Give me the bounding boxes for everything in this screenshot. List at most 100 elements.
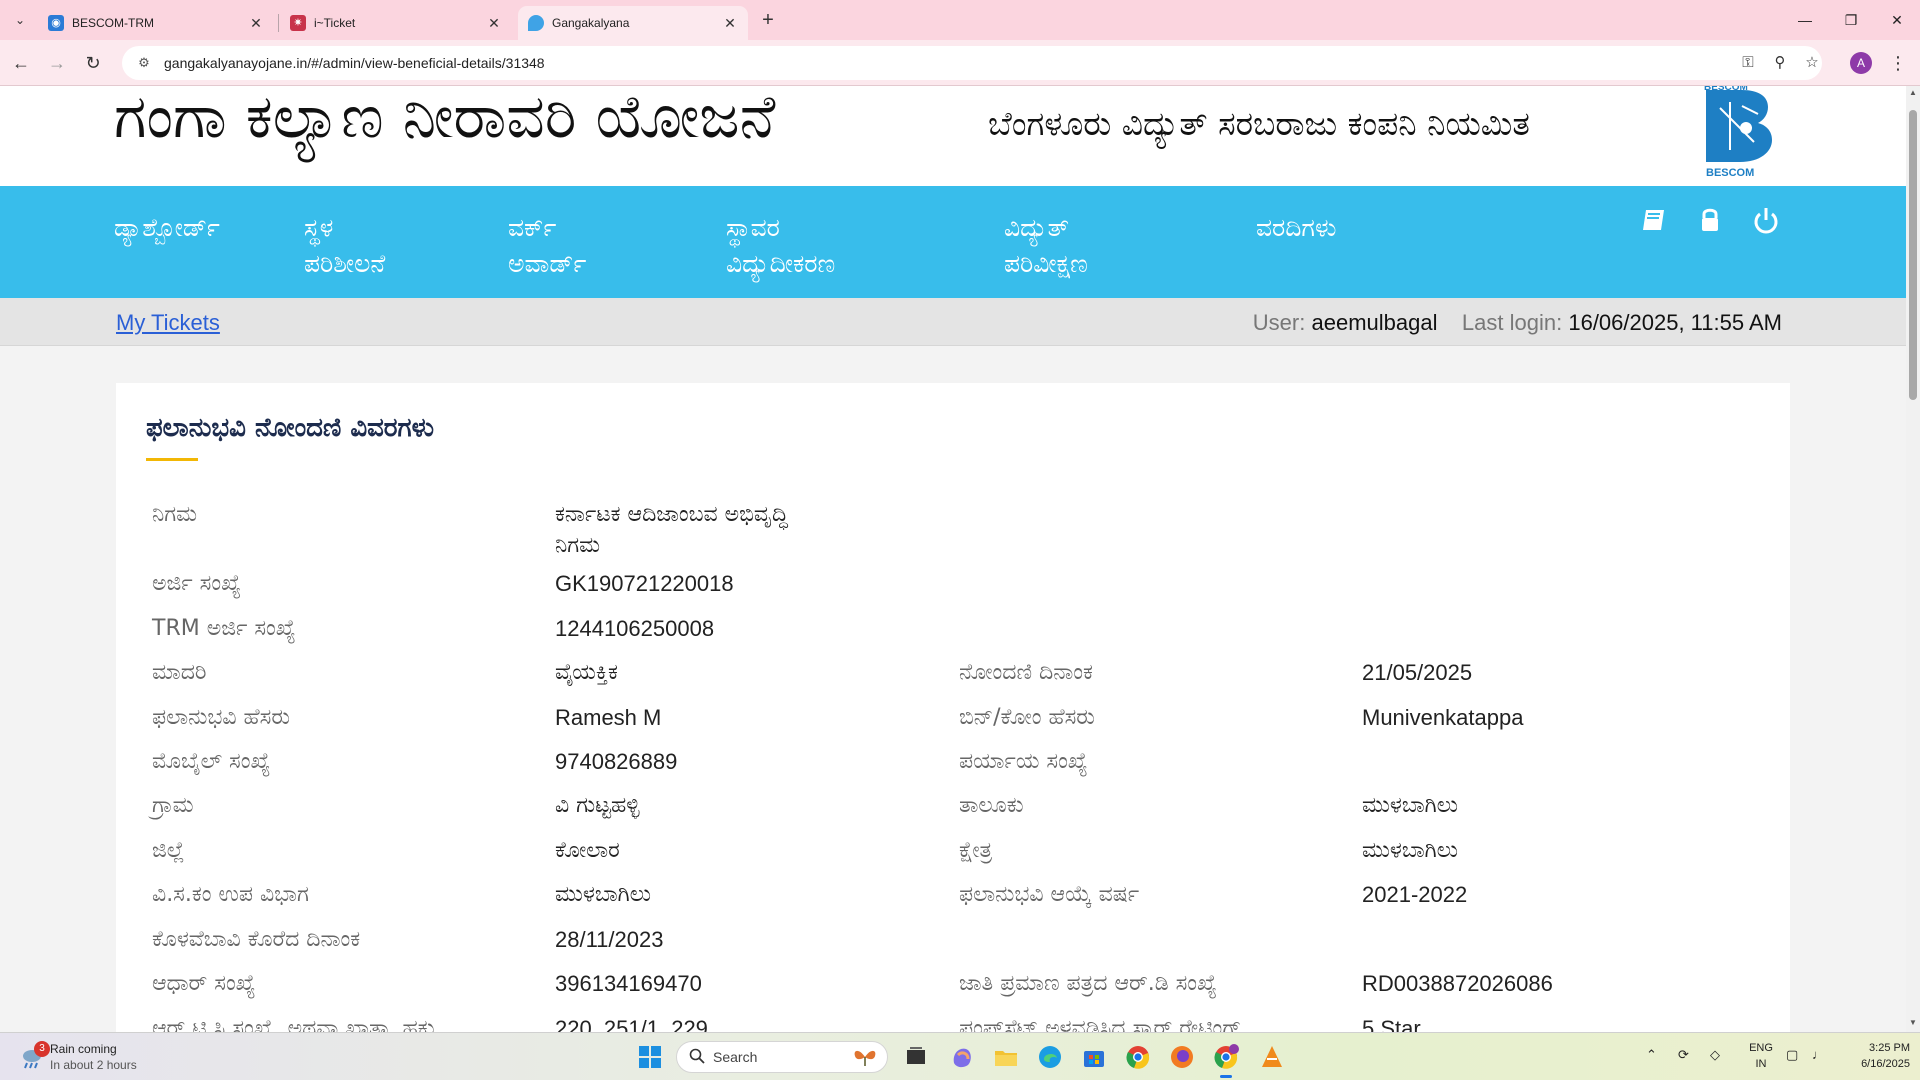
browser-toolbar: ← → ↻ ⚙ gangakalyanayojane.in/#/admin/vi… [0,40,1920,86]
nav-work-award[interactable]: ವರ್ಕ್ ಅವಾರ್ಡ್ [508,210,586,282]
beneficiary-details-card: ಫಲಾನುಭವಿ ನೋಂದಣಿ ವಿವರಗಳು ನಿಗಮ ಕರ್ನಾಟಕ ಆದಿ… [116,383,1790,1032]
field-value: 21/05/2025 [1362,660,1473,685]
main-navbar: ಡ್ಯಾಶ್ಬೋರ್ಡ್ ಸ್ಥಳ ಪರಿಶೀಲನೆ ವರ್ಕ್ ಅವಾರ್ಡ್… [0,186,1906,298]
tab-iticket[interactable]: ✷ i~Ticket ✕ [280,6,512,40]
chrome-icon[interactable] [1124,1043,1152,1071]
search-icon [689,1048,705,1064]
field-label: ಆಧಾರ್ ಸಂಖ್ಯೆ [152,971,256,996]
close-icon[interactable]: ✕ [486,15,502,32]
nav-dashboard[interactable]: ಡ್ಯಾಶ್ಬೋರ್ಡ್ [114,210,220,246]
bookmark-star-icon[interactable]: ☆ [1798,46,1826,80]
field-value: ಮುಳಬಾಗಿಲು [1362,838,1458,863]
forward-arrow-icon[interactable]: → [44,50,70,76]
scroll-down-arrow-icon[interactable]: ▼ [1908,1018,1918,1027]
nav-site-inspection[interactable]: ಸ್ಥಳ ಪರಿಶೀಲನೆ [304,210,385,282]
page-scrollbar[interactable]: ▲ ▼ [1906,86,1920,1032]
sync-status-icon[interactable]: ⟳ [1678,1047,1689,1063]
task-view-icon[interactable] [902,1043,930,1071]
tab-search-icon[interactable]: ⌄ [10,10,30,30]
user-subbar: My Tickets User: aeemulbagal Last login:… [0,298,1906,346]
field-value: ವೈಯಕ್ತಿಕ [555,660,618,685]
field-label: ತಾಲೂಕು [959,793,1024,818]
system-clock[interactable]: 3:25 PM 6/16/2025 [1840,1040,1910,1072]
site-info-icon[interactable]: ⚙ [134,55,154,71]
title-underline [146,458,198,461]
language-code: ENG [1749,1042,1773,1054]
field-value: Munivenkatappa [1362,705,1524,730]
field-value: ವಿ ಗುಟ್ಟಹಳ್ಳಿ [555,793,640,818]
tab-gangakalyana[interactable]: Gangakalyana ✕ [518,6,748,40]
field-label: ಫಲಾನುಭವಿ ಹೆಸರು [152,705,291,730]
weather-title: Rain coming [50,1042,117,1056]
close-icon[interactable]: ✕ [248,15,264,32]
back-arrow-icon[interactable]: ← [8,50,34,76]
volume-icon[interactable]: ♩ [1812,1047,1825,1062]
weather-widget[interactable]: 3 Rain coming In about 2 hours [14,1041,174,1075]
firefox-icon[interactable] [1168,1043,1196,1071]
organization-name: ಬೆಂಗಳೂರು ವಿದ್ಯುತ್ ಸರಬರಾಜು ಕಂಪನಿ ನಿಯಮಿತ [988,104,1530,143]
nav-reports[interactable]: ವರದಿಗಳು [1256,210,1336,246]
edge-browser-icon[interactable] [1036,1043,1064,1071]
field-label: ಮೊಬೈಲ್ ಸಂಖ್ಯೆ [152,749,271,774]
bescom-favicon-icon: ◉ [48,15,64,31]
field-value: RD0038872026086 [1362,971,1553,996]
water-drop-favicon-icon [528,15,544,31]
field-label: ನೋಂದಣಿ ದಿನಾಂಕ [959,660,1093,685]
reload-icon[interactable]: ↻ [80,50,106,76]
field-label: ಬಿನ್/ಕೋಂ ಹೆಸರು [959,705,1095,730]
field-value: GK190721220018 [555,571,734,596]
close-window-button[interactable]: ✕ [1882,8,1912,32]
minimize-button[interactable]: — [1790,8,1820,32]
book-icon[interactable] [1638,204,1670,236]
taskbar-search[interactable]: Search [676,1041,888,1073]
power-logout-icon[interactable] [1750,204,1782,236]
new-tab-button[interactable]: + [756,8,780,32]
windows-taskbar: 3 Rain coming In about 2 hours Search ⌃ … [0,1032,1920,1080]
windows-start-icon[interactable] [636,1043,664,1071]
copilot-icon[interactable] [948,1043,976,1071]
lock-icon[interactable] [1694,204,1726,236]
nav-installation-electrification[interactable]: ಸ್ಥಾವರ ವಿದ್ಯುದೀಕರಣ [726,210,835,282]
language-indicator[interactable]: ENG IN [1746,1040,1776,1072]
microsoft-store-icon[interactable] [1080,1043,1108,1071]
field-value: 9740826889 [555,749,678,774]
password-key-icon[interactable]: ⚿ [1734,46,1762,80]
network-icon[interactable]: ◇ [1710,1047,1720,1063]
field-value: 2021-2022 [1362,882,1468,907]
zoom-icon[interactable]: ⚲ [1766,46,1794,80]
field-value: ಕೋಲಾರ [555,838,620,863]
address-bar[interactable]: ⚙ gangakalyanayojane.in/#/admin/view-ben… [122,46,1822,80]
site-title: ಗಂಗಾ ಕಲ್ಯಾಣ ನೀರಾವರಿ ಯೋಜನೆ [114,86,776,152]
chrome-profile-active-icon[interactable] [1212,1043,1240,1071]
field-label: ಆರ್.ಟಿ.ಸಿ ಸಂಖ್ಯೆ, ಅಥವಾ ಖಾತಾ, ಹಕ್ಕು [152,1016,437,1032]
last-login-label: Last login: [1461,310,1563,335]
field-label: ಪಂಪ್‌ಸೆಟ್ ಅಳವಡಿಸಿದ ಸ್ಟಾರ್ ರೇಟಿಂಗ್ [959,1016,1242,1032]
restore-button[interactable]: ❐ [1836,8,1866,32]
close-icon[interactable]: ✕ [722,15,738,32]
field-label: ಗ್ರಾಮ [152,793,194,818]
show-hidden-icons-icon[interactable]: ⌃ [1646,1047,1657,1063]
field-label: ವಿ.ಸ.ಕಂ ಉಪ ವಿಭಾಗ [152,882,309,907]
site-header: ಗಂಗಾ ಕಲ್ಯಾಣ ನೀರಾವರಿ ಯೋಜನೆ ಬೆಂಗಳೂರು ವಿದ್ಯ… [0,86,1906,186]
field-value: 28/11/2023 [555,927,664,952]
tab-bescom-trm[interactable]: ◉ BESCOM-TRM ✕ [38,6,274,40]
clock-time: 3:25 PM [1869,1042,1910,1054]
url-text[interactable]: gangakalyanayojane.in/#/admin/view-benef… [164,55,545,71]
vlc-cone-icon[interactable] [1258,1043,1286,1071]
display-icon[interactable]: ▢ [1786,1047,1798,1063]
user-info: User: aeemulbagal Last login: 16/06/2025… [1253,310,1782,336]
nav-electrical-inspection[interactable]: ವಿದ್ಯುತ್ ಪರಿವೀಕ್ಷಣ [1004,210,1088,282]
butterfly-search-highlight-icon [854,1050,876,1066]
iticket-favicon-icon: ✷ [290,15,306,31]
scroll-up-arrow-icon[interactable]: ▲ [1908,88,1918,97]
user-label: User: [1252,310,1306,335]
profile-avatar[interactable]: A [1850,52,1872,74]
field-label: ಫಲಾನುಭವಿ ಆಯ್ಕೆ ವರ್ಷ [959,882,1140,907]
field-value: ಮುಳಬಾಗಿಲು [555,882,651,907]
browser-menu-icon[interactable]: ⋮ [1888,50,1908,76]
field-value: ಮುಳಬಾಗಿಲು [1362,793,1458,818]
file-explorer-icon[interactable] [992,1043,1020,1071]
weather-subtitle: In about 2 hours [50,1058,137,1072]
scrollbar-thumb[interactable] [1909,110,1917,400]
my-tickets-link[interactable]: My Tickets [116,310,220,336]
